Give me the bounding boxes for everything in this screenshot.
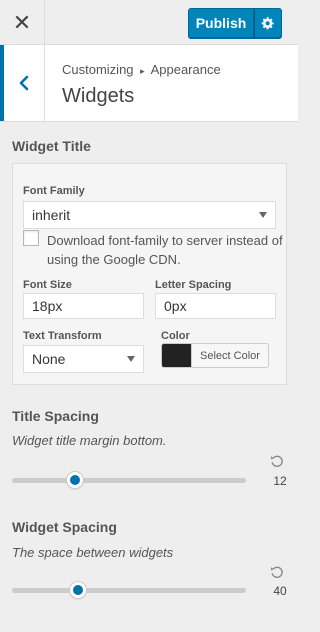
text-transform-label: Text Transform — [23, 330, 102, 342]
font-family-select[interactable]: inherit — [23, 201, 276, 229]
reset-icon[interactable] — [270, 454, 284, 468]
chevron-down-icon — [127, 356, 135, 362]
reset-icon[interactable] — [270, 565, 284, 579]
title-spacing-value: 12 — [273, 474, 287, 488]
title-spacing-slider-handle[interactable] — [67, 472, 84, 488]
chevron-down-icon — [259, 212, 267, 218]
title-spacing-slider-track[interactable] — [12, 478, 246, 483]
title-spacing-heading: Title Spacing — [12, 408, 99, 424]
publish-settings-button[interactable] — [254, 8, 282, 38]
typography-panel: Font Family inherit Download font-family… — [12, 163, 287, 385]
font-size-label: Font Size — [23, 279, 72, 291]
widget-title-heading: Widget Title — [12, 138, 91, 154]
select-color-label: Select Color — [200, 349, 260, 362]
close-icon: ✕ — [12, 9, 32, 35]
letter-spacing-label: Letter Spacing — [155, 279, 232, 291]
close-customizer-button[interactable]: ✕ — [0, 0, 45, 45]
widget-spacing-value: 40 — [273, 584, 287, 598]
section-header: Customizing ▸ Appearance Widgets — [0, 45, 298, 122]
font-family-value: inherit — [32, 207, 71, 223]
publish-button[interactable]: Publish — [188, 8, 254, 38]
widget-spacing-slider-handle[interactable] — [69, 582, 86, 598]
back-button[interactable] — [0, 45, 45, 121]
download-font-label: Download font-family to server instead o… — [47, 233, 283, 267]
customizer-header: ✕ Publish — [0, 0, 298, 45]
breadcrumb-leaf: Appearance — [150, 62, 221, 77]
section-title: Widgets — [62, 85, 135, 107]
color-label: Color — [161, 330, 190, 342]
publish-group: Publish — [188, 8, 282, 38]
color-swatch — [162, 344, 192, 367]
font-family-label: Font Family — [23, 185, 85, 197]
title-spacing-description: Widget title margin bottom. — [12, 433, 167, 448]
widget-spacing-description: The space between widgets — [12, 545, 174, 560]
widget-spacing-slider-track[interactable] — [12, 588, 246, 593]
select-color-button[interactable]: Select Color — [161, 343, 269, 368]
widget-spacing-heading: Widget Spacing — [12, 519, 117, 535]
text-transform-select[interactable]: None — [23, 345, 144, 373]
breadcrumb-separator: ▸ — [140, 66, 145, 76]
gear-icon — [261, 17, 274, 30]
breadcrumb-root: Customizing — [62, 62, 134, 77]
breadcrumb: Customizing ▸ Appearance — [62, 62, 221, 77]
font-size-input[interactable]: 18px — [23, 293, 144, 319]
chevron-left-icon — [19, 75, 29, 91]
letter-spacing-input[interactable]: 0px — [155, 293, 276, 319]
download-font-checkbox[interactable] — [23, 230, 39, 246]
text-transform-value: None — [32, 351, 66, 367]
